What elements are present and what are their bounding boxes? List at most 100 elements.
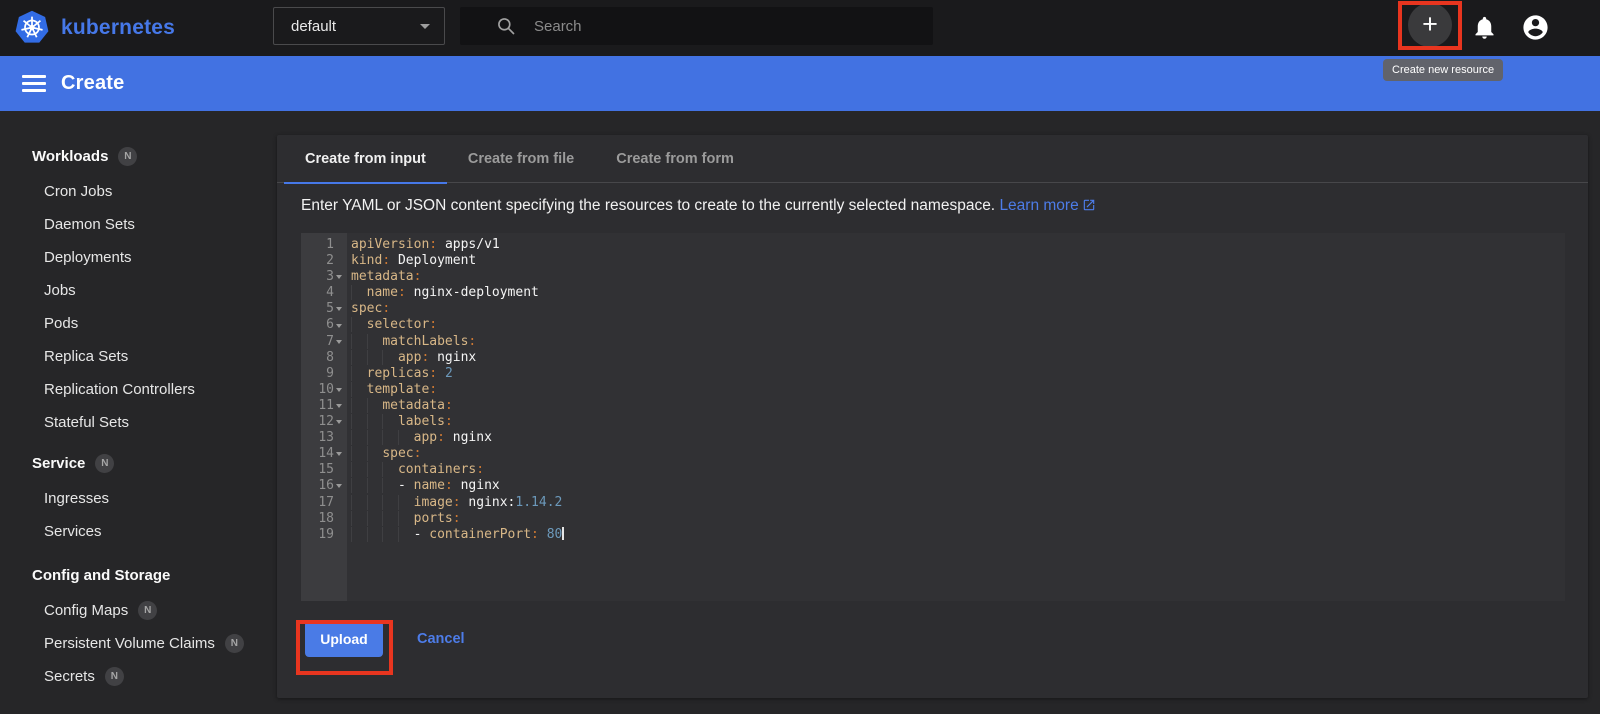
sidebar-item-label: Cron Jobs — [44, 183, 113, 200]
top-header-bar: kubernetes default + — [0, 0, 1600, 56]
editor-code: 1 apiVersion: apps/v1 2 kind: Deployment 3 me… — [301, 237, 1565, 543]
sidebar-item-label: Pods — [44, 315, 79, 332]
cancel-button[interactable]: Cancel — [417, 631, 465, 647]
fold-arrow-icon[interactable] — [334, 403, 344, 408]
sidebar-section-label: Config and Storage — [32, 566, 171, 584]
code-line: 16 - name: nginx — [318, 478, 500, 494]
code-line: 5 spec: — [326, 301, 391, 317]
chevron-down-icon — [420, 23, 430, 29]
sidebar-item-label: Ingresses — [44, 490, 110, 507]
tab-create-from-input[interactable]: Create from input — [284, 135, 447, 184]
action-bar: Create — [0, 56, 1600, 111]
sidebar-section-service[interactable]: Service N — [0, 444, 277, 482]
sidebar-section-label: Service — [32, 454, 86, 472]
code-line: 7 matchLabels: — [326, 333, 477, 349]
line-number: 15 — [318, 462, 334, 478]
sidebar-item-persistent-volume-claims[interactable]: Persistent Volume Claims N — [0, 627, 277, 660]
create-tabs: Create from input Create from file Create … — [277, 135, 1588, 184]
fold-arrow-icon[interactable] — [334, 387, 344, 392]
new-badge: N — [95, 453, 115, 473]
sidebar-item-pods[interactable]: Pods — [0, 307, 277, 340]
line-number: 4 — [326, 285, 334, 301]
menu-hamburger-icon[interactable] — [22, 71, 46, 96]
code-line: 6 selector: — [326, 317, 438, 333]
code-line: 12 labels: — [318, 414, 453, 430]
sidebar-item-label: Config Maps — [44, 602, 129, 619]
code-line: 19 - containerPort: 80 — [318, 526, 565, 542]
fold-arrow-icon[interactable] — [334, 484, 344, 489]
line-number: 7 — [326, 333, 334, 349]
fold-arrow-icon[interactable] — [334, 339, 344, 344]
line-number: 10 — [318, 381, 334, 397]
sidebar-item-daemon-sets[interactable]: Daemon Sets — [0, 208, 277, 241]
page-title: Create — [61, 72, 125, 94]
sidebar-item-deployments[interactable]: Deployments — [0, 241, 277, 274]
search-icon — [498, 18, 515, 35]
search-bar[interactable] — [460, 7, 933, 45]
upload-button[interactable]: Upload — [305, 621, 383, 657]
line-number: 11 — [318, 397, 334, 413]
fold-arrow-icon[interactable] — [334, 420, 344, 425]
kubernetes-logo-icon — [15, 10, 49, 43]
sidebar-item-label: Replication Controllers — [44, 381, 195, 398]
sidebar-item-label: Replica Sets — [44, 348, 129, 365]
sidebar-item-label: Jobs — [44, 282, 76, 299]
sidebar-item-label: Stateful Sets — [44, 414, 130, 431]
sidebar-item-secrets[interactable]: Secrets N — [0, 660, 277, 693]
tab-create-from-file[interactable]: Create from file — [447, 135, 595, 183]
code-line: 17 image: nginx:1.14.2 — [318, 494, 563, 510]
line-number: 16 — [318, 478, 334, 494]
code-line: 15 containers: — [318, 462, 485, 478]
fold-arrow-icon[interactable] — [334, 275, 344, 280]
fold-arrow-icon[interactable] — [334, 452, 344, 457]
new-badge: N — [118, 146, 138, 166]
code-line: 10 template: — [318, 381, 438, 397]
namespace-selector[interactable]: default — [273, 7, 445, 45]
new-badge: N — [224, 634, 244, 653]
create-card: Create from input Create from file Create … — [277, 135, 1588, 698]
sidebar-item-ingresses[interactable]: Ingresses — [0, 482, 277, 515]
code-line: 18 ports: — [318, 510, 461, 526]
sidebar-item-stateful-sets[interactable]: Stateful Sets — [0, 406, 277, 439]
sidebar-section-label: Workloads — [32, 147, 109, 165]
sidebar-item-replication-controllers[interactable]: Replication Controllers — [0, 373, 277, 406]
notifications-bell-icon[interactable] — [1471, 14, 1498, 41]
line-number: 12 — [318, 414, 334, 430]
sidebar-item-label: Deployments — [44, 249, 132, 266]
code-line: 13 app: nginx — [318, 430, 492, 446]
code-line: 2 kind: Deployment — [326, 253, 477, 269]
line-number: 5 — [326, 301, 334, 317]
sidebar-item-replica-sets[interactable]: Replica Sets — [0, 340, 277, 373]
code-line: 9 replicas: 2 — [326, 365, 453, 381]
kubernetes-dashboard: kubernetes default + Create new resource — [0, 0, 1600, 714]
sidebar-section-workloads[interactable]: Workloads N — [0, 137, 277, 175]
line-number: 8 — [326, 349, 334, 365]
tab-create-from-form[interactable]: Create from form — [595, 135, 755, 183]
line-number: 14 — [318, 446, 334, 462]
brand-title: kubernetes — [61, 15, 176, 39]
code-line: 14 spec: — [318, 446, 422, 462]
sidebar-item-label: Services — [44, 523, 102, 540]
sidebar-item-config-maps[interactable]: Config Maps N — [0, 594, 277, 627]
line-number: 13 — [318, 430, 334, 446]
code-line: 3 metadata: — [326, 269, 422, 285]
fold-arrow-icon[interactable] — [334, 323, 344, 328]
search-input[interactable] — [534, 17, 894, 35]
yaml-editor[interactable]: 1 apiVersion: apps/v1 2 kind: Deployment 3 me… — [301, 233, 1565, 601]
line-number: 19 — [318, 526, 334, 542]
line-number: 6 — [326, 317, 334, 333]
fold-arrow-icon[interactable] — [334, 307, 344, 312]
sidebar-nav: Workloads N Cron Jobs Daemon Sets Deployment… — [0, 111, 277, 714]
sidebar-section-config-and-storage[interactable]: Config and Storage — [0, 556, 277, 594]
sidebar-item-jobs[interactable]: Jobs — [0, 274, 277, 307]
account-avatar-icon[interactable] — [1521, 13, 1550, 42]
description-text: Enter YAML or JSON content specifying th… — [301, 197, 996, 214]
sidebar-item-services[interactable]: Services — [0, 515, 277, 548]
create-new-resource-button[interactable]: + — [1408, 3, 1452, 47]
brand[interactable]: kubernetes — [14, 10, 175, 45]
code-line: 8 app: nginx — [326, 349, 477, 365]
learn-more-link[interactable]: Learn more — [999, 197, 1095, 214]
code-line: 11 metadata: — [318, 397, 453, 413]
sidebar-item-cron-jobs[interactable]: Cron Jobs — [0, 175, 277, 208]
line-number: 2 — [326, 253, 334, 269]
